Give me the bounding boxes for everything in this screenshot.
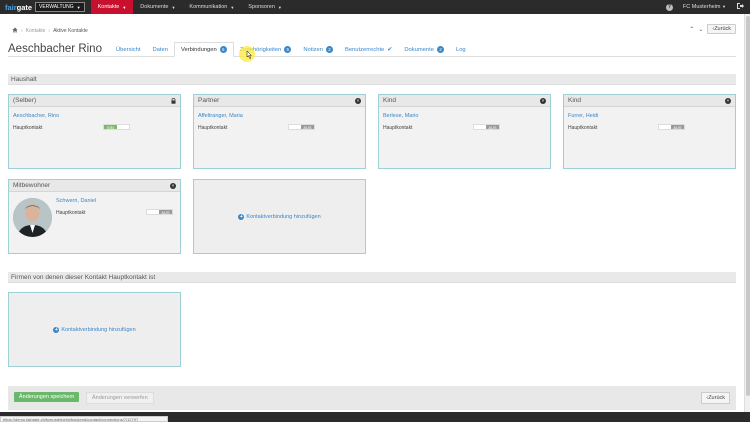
chevron-down-icon: ▼ [277,4,282,10]
tab-daten[interactable]: Daten [146,42,173,57]
card-header: (Selber) [9,95,180,107]
tab-verbindungen[interactable]: Verbindungen 6 [173,42,234,57]
avatar [13,198,52,237]
home-icon[interactable] [12,27,18,35]
chevron-down-icon: ▼ [230,4,235,10]
chevron-down-icon: ▼ [122,4,127,10]
contact-name-link[interactable]: Affeltranger, Maria [198,113,243,119]
plus-circle-icon: + [53,326,60,333]
save-button[interactable]: Änderungen speichern [14,392,80,402]
contact-name-link[interactable]: Schwerri, Daniel [56,198,96,204]
chevron-down-icon: ▼ [722,4,726,9]
topbar-right: ? FC Musterheim ▼ [665,0,744,14]
household-section-header: Haushalt [8,74,736,85]
count-badge: 2 [325,46,333,53]
breadcrumb: › Kontakte › Aktive Kontakte [12,27,88,35]
check-circle-icon: ✔ [387,47,393,53]
help-icon[interactable]: ? [665,3,673,11]
main-contact-toggle[interactable]: AUS [146,209,173,215]
chevron-up-icon[interactable]: ⌃ [689,26,694,33]
back-button[interactable]: ‹Zurück [707,24,736,34]
nav-item-sponsoren[interactable]: Sponsoren ▼ [241,0,289,14]
close-icon[interactable]: × [170,182,176,189]
tab-dokumente[interactable]: Dokumente 2 [398,42,450,57]
nav-item-dokumente[interactable]: Dokumente ▼ [133,0,182,14]
count-badge: 5 [284,46,292,53]
plus-circle-icon: + [238,213,245,220]
nav-item-kommunikation[interactable]: Kommunikation ▼ [182,0,241,14]
main-contact-label: Hauptkontakt [198,125,228,131]
main-nav: Kontakte ▼ Dokumente ▼ Kommunikation ▼ Spon… [90,0,289,14]
main-contact-label: Hauptkontakt [13,125,43,131]
main-contact-toggle[interactable]: AUS [473,124,500,130]
contact-name-link[interactable]: Furrer, Heidi [568,113,598,119]
breadcrumb-separator: › [21,28,23,34]
close-icon[interactable]: × [725,97,731,104]
card-header: Mitbewohner × [9,180,180,192]
chevron-down-icon[interactable]: ⌄ [698,26,703,33]
tab-uebersicht[interactable]: Übersicht [110,42,146,57]
breadcrumb-current: Aktive Kontakte [53,28,88,34]
breadcrumb-separator: › [48,28,51,34]
app-logo[interactable]: fairgate [0,3,35,12]
connection-card-partner: Partner × Affeltranger, Maria Hauptkonta… [193,94,366,169]
connection-card-child: Kind × Berlese, Mario Hauptkontakt AUS [378,94,551,169]
top-navbar: fairgate VERWALTUNG ▼ Kontakte ▼ Dokument… [0,0,750,14]
connection-card-self: (Selber) Aeschbacher, Rino Hauptkontakt … [8,94,181,169]
chevron-down-icon: ▼ [171,4,176,10]
contact-name-link[interactable]: Aeschbacher, Rino [13,113,59,119]
card-header: Kind × [564,95,735,107]
back-button[interactable]: ‹Zurück [701,392,730,404]
close-icon[interactable]: × [355,97,361,104]
tab-benutzerrechte[interactable]: Benutzerrechte ✔ [339,42,398,57]
card-header: Kind × [379,95,550,107]
main-contact-toggle[interactable]: AUS [658,124,685,130]
count-badge: 2 [436,46,444,53]
close-icon[interactable]: × [540,97,546,104]
add-company-connection-button[interactable]: + Kontaktverbindung hinzufügen [8,292,181,367]
connection-card-child: Kind × Furrer, Heidi Hauptkontakt AUS [563,94,736,169]
main-contact-toggle[interactable]: AUS [288,124,315,130]
chevron-down-icon: ▼ [76,4,81,10]
contact-name-link[interactable]: Berlese, Mario [383,113,418,119]
page-scrollbar[interactable] [744,14,750,412]
count-badge: 6 [219,46,227,53]
club-dropdown[interactable]: FC Musterheim ▼ [683,4,726,10]
breadcrumb-home[interactable]: Kontakte [26,28,46,34]
card-header: Partner × [194,95,365,107]
contact-tabs: Übersicht Daten Verbindungen 6 Zugehörigk… [110,42,472,57]
url-status-bar: https://demo.fairgate.ch/fcmusterheim/ba… [0,416,168,422]
nav-item-kontakte[interactable]: Kontakte ▼ [90,0,134,14]
companies-section-header: Firmen von denen dieser Kontakt Hauptkon… [8,272,736,283]
connection-card-roommate: Mitbewohner × Schwerri, Daniel Hauptkont… [8,179,181,254]
form-footer: Änderungen speichern Änderungen verwerfe… [8,386,736,410]
workspace-dropdown[interactable]: VERWALTUNG ▼ [35,2,85,12]
record-navigation: ⌃ ⌄ ‹Zurück [689,24,736,34]
main-contact-toggle[interactable]: EIN [103,124,130,130]
lock-icon [171,97,176,104]
scrollbar-thumb[interactable] [746,16,750,396]
page-title: Aeschbacher Rino [8,43,102,55]
logout-icon[interactable] [736,2,744,12]
main-contact-label: Hauptkontakt [383,125,413,131]
add-connection-button[interactable]: + Kontaktverbindung hinzufügen [193,179,366,254]
discard-button[interactable]: Änderungen verwerfen [86,392,154,404]
tab-notizen[interactable]: Notizen 2 [297,42,339,57]
main-contact-label: Hauptkontakt [56,210,86,216]
main-contact-label: Hauptkontakt [568,125,598,131]
tab-log[interactable]: Log [450,42,472,57]
mouse-cursor-icon [246,51,252,59]
